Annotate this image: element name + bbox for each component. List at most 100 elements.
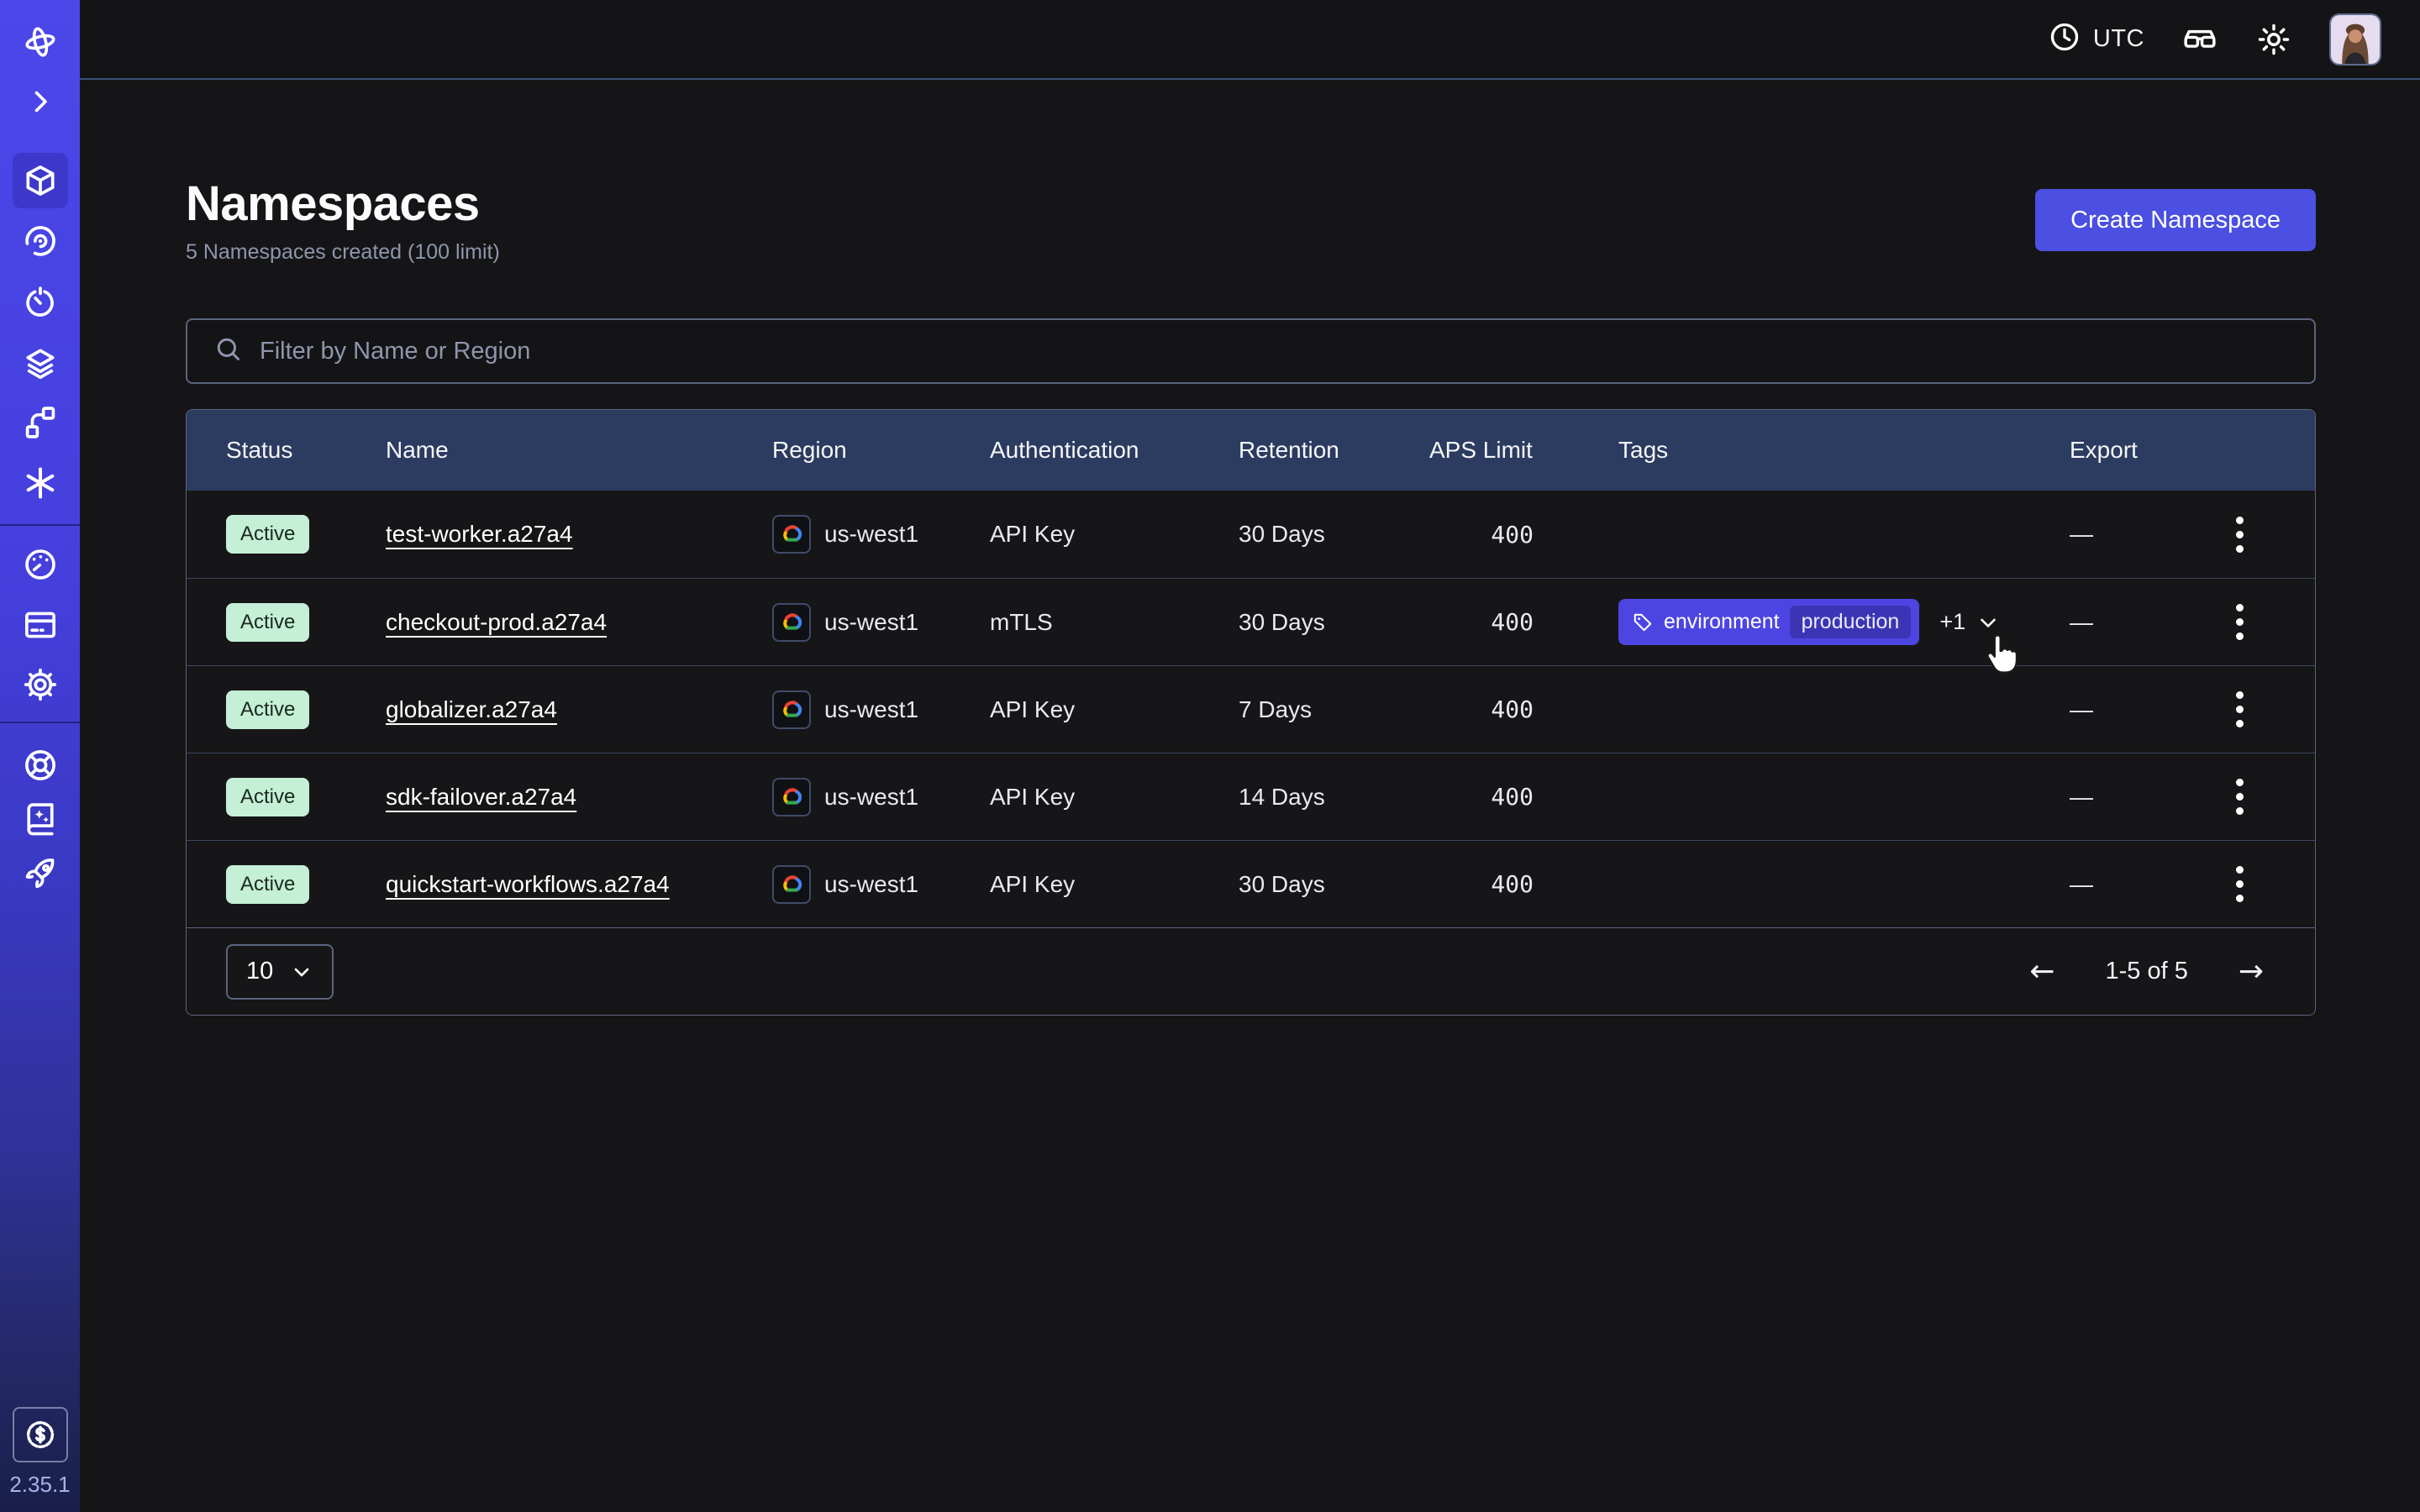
sidebar-item-docs-book-icon[interactable] [13, 791, 68, 847]
main-content: Namespaces 5 Namespaces created (100 lim… [80, 81, 2420, 1016]
row-actions-kebab[interactable] [2229, 859, 2250, 909]
row-actions-kebab[interactable] [2229, 685, 2250, 734]
app-version: 2.35.1 [0, 1472, 80, 1498]
filter-input[interactable] [260, 338, 2287, 365]
clock-icon [2048, 20, 2081, 58]
region-label: us-west1 [824, 784, 918, 811]
brightness-icon[interactable] [2255, 21, 2292, 58]
tag-key: environment [1664, 610, 1780, 634]
search-icon [214, 335, 243, 368]
aps-limit-cell: 400 [1429, 783, 1534, 811]
region-label: us-west1 [824, 696, 918, 723]
sidebar-divider [0, 524, 80, 526]
page-header: Namespaces 5 Namespaces created (100 lim… [186, 176, 2316, 265]
column-header-auth: Authentication [990, 437, 1239, 464]
region-cell: us-west1 [772, 778, 990, 816]
google-cloud-icon [772, 603, 811, 642]
tags-cell-content: environment production +1 [1618, 599, 2070, 645]
auth-cell: API Key [990, 871, 1239, 898]
region-label: us-west1 [824, 871, 918, 898]
filter-bar[interactable] [186, 318, 2316, 384]
prev-page-button[interactable]: ← [2029, 957, 2054, 987]
chevron-down-icon [290, 960, 313, 984]
sidebar-item-getting-started-rocket-icon[interactable] [13, 846, 68, 901]
sidebar: 2.35.1 [0, 0, 80, 1512]
region-label: us-west1 [824, 521, 918, 548]
retention-cell: 30 Days [1239, 609, 1429, 636]
sidebar-item-namespaces[interactable] [13, 153, 68, 208]
sidebar-item-monitor-eye-icon[interactable] [13, 213, 68, 269]
table-body: Active test-worker.a27a4 us-west1 API Ke… [187, 491, 2315, 927]
sidebar-item-support-lifebuoy-icon[interactable] [13, 738, 68, 793]
namespace-link[interactable]: quickstart-workflows.a27a4 [386, 871, 670, 897]
status-badge: Active [226, 603, 309, 642]
export-cell: — [2070, 696, 2204, 723]
namespace-link[interactable]: sdk-failover.a27a4 [386, 784, 576, 810]
column-header-region: Region [772, 437, 990, 464]
sidebar-item-pipeline-branch-icon[interactable] [13, 395, 68, 450]
tag-icon [1632, 612, 1654, 633]
table-header-row: Status Name Region Authentication Retent… [187, 410, 2315, 491]
retention-cell: 14 Days [1239, 784, 1429, 811]
timezone-selector[interactable]: UTC [2048, 20, 2144, 58]
namespace-link[interactable]: checkout-prod.a27a4 [386, 609, 607, 635]
namespaces-table: Status Name Region Authentication Retent… [186, 409, 2316, 1016]
column-header-retention: Retention [1239, 437, 1429, 464]
next-page-button[interactable]: → [2238, 957, 2264, 987]
sidebar-item-usage-gauge-icon[interactable] [13, 537, 68, 592]
google-cloud-icon [772, 778, 811, 816]
status-badge: Active [226, 690, 309, 729]
temporal-logo[interactable] [13, 14, 68, 70]
pagination-range: 1-5 of 5 [2105, 958, 2187, 985]
sidebar-divider [0, 722, 80, 723]
table-row: Active checkout-prod.a27a4 us-west1 mTLS… [187, 578, 2315, 665]
column-header-export: Export [2070, 437, 2204, 464]
retention-cell: 30 Days [1239, 871, 1429, 898]
region-cell: us-west1 [772, 603, 990, 642]
sidebar-item-schedules-timer-icon[interactable] [13, 275, 68, 330]
expand-chevron-icon[interactable] [13, 74, 68, 129]
table-row: Active sdk-failover.a27a4 us-west1 API K… [187, 753, 2315, 840]
row-actions-kebab[interactable] [2229, 597, 2250, 647]
tag-expand[interactable]: +1 [1939, 609, 2001, 635]
table-row: Active globalizer.a27a4 us-west1 API Key… [187, 665, 2315, 753]
sidebar-item-deployments-layers-icon[interactable] [13, 335, 68, 391]
chevron-down-icon [1975, 610, 2001, 635]
export-cell: — [2070, 784, 2204, 811]
page-size-value: 10 [246, 958, 273, 985]
row-actions-kebab[interactable] [2229, 772, 2250, 822]
auth-cell: API Key [990, 521, 1239, 548]
tag-more-count: +1 [1939, 609, 1965, 635]
auth-cell: API Key [990, 784, 1239, 811]
table-footer: 10 ← 1-5 of 5 → [187, 927, 2315, 1015]
status-badge: Active [226, 865, 309, 904]
column-header-status: Status [226, 437, 386, 464]
namespace-link[interactable]: globalizer.a27a4 [386, 696, 557, 722]
retention-cell: 30 Days [1239, 521, 1429, 548]
namespace-link[interactable]: test-worker.a27a4 [386, 521, 573, 547]
glasses-icon[interactable] [2181, 21, 2218, 58]
export-cell: — [2070, 871, 2204, 898]
region-label: us-west1 [824, 609, 918, 636]
row-actions-kebab[interactable] [2229, 510, 2250, 559]
user-avatar[interactable] [2329, 13, 2381, 66]
plan-dollar-badge-icon[interactable] [13, 1407, 68, 1462]
column-header-aps: APS Limit [1429, 437, 1534, 464]
google-cloud-icon [772, 690, 811, 729]
create-namespace-button[interactable]: Create Namespace [2035, 189, 2316, 251]
aps-limit-cell: 400 [1429, 870, 1534, 898]
table-row: Active quickstart-workflows.a27a4 us-wes… [187, 840, 2315, 927]
sidebar-item-nexus-asterisk-icon[interactable] [13, 455, 68, 511]
page-subtitle: 5 Namespaces created (100 limit) [186, 240, 500, 265]
topbar: UTC [80, 0, 2420, 80]
sidebar-item-billing-card-icon[interactable] [13, 597, 68, 653]
tag-value: production [1790, 606, 1912, 638]
sidebar-item-settings-gear-icon[interactable] [13, 657, 68, 712]
export-cell: — [2070, 609, 2204, 636]
tag-pill[interactable]: environment production [1618, 599, 1919, 645]
export-cell: — [2070, 521, 2204, 548]
page-size-select[interactable]: 10 [226, 944, 334, 1000]
auth-cell: mTLS [990, 609, 1239, 636]
status-badge: Active [226, 778, 309, 816]
aps-limit-cell: 400 [1429, 608, 1534, 636]
